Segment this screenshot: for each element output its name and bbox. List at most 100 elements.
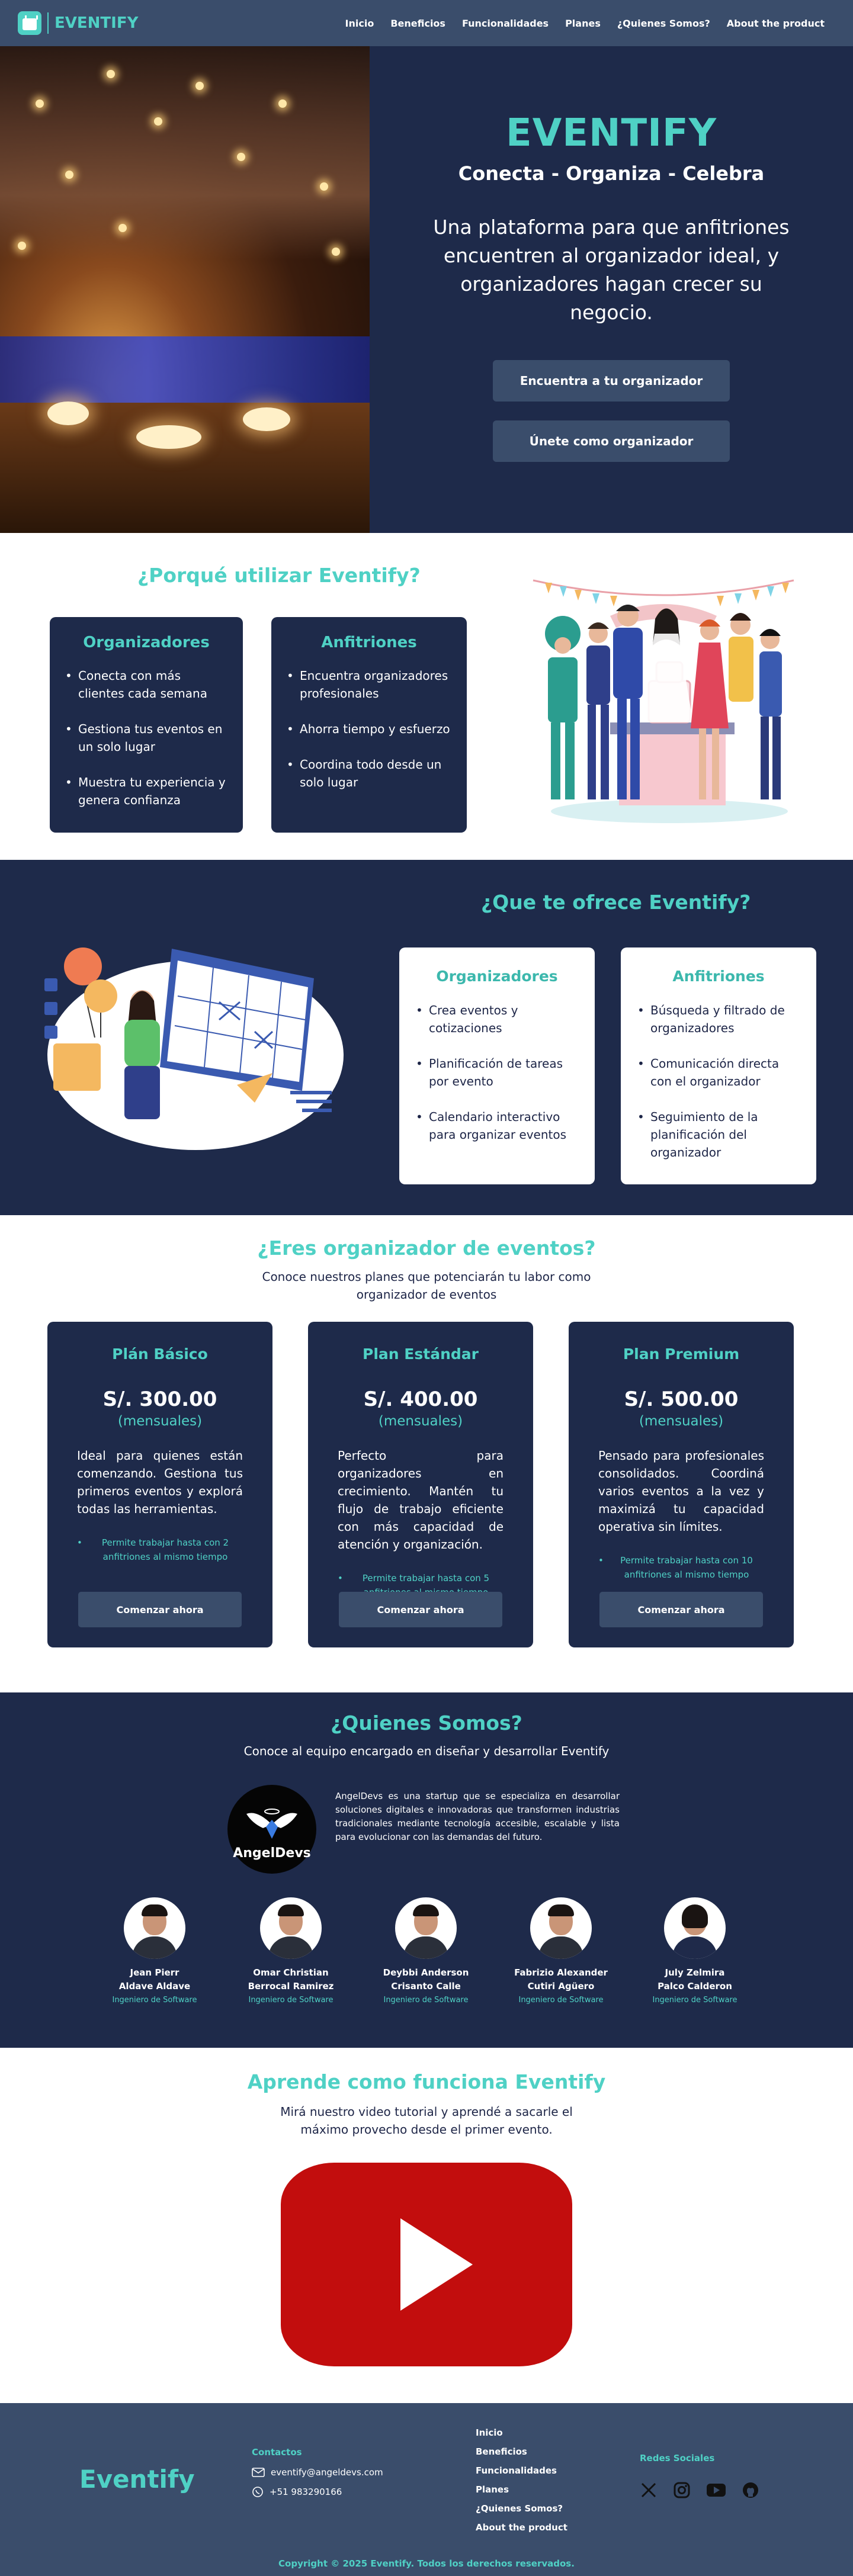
join-organizer-button[interactable]: Únete como organizador [493,420,730,462]
avatar [530,1897,592,1959]
video-subtitle: Mirá nuestro video tutorial y aprendé a … [280,2105,573,2137]
brand-name: EVENTIFY [54,14,139,32]
youtube-icon[interactable] [706,2482,726,2498]
footer-link-inicio[interactable]: Inicio [476,2423,567,2442]
member-name-line1: Jean Pierr [130,1967,179,1978]
member-name-line1: Omar Christian [253,1967,329,1978]
offer-hosts-card: Anfitriones Búsqueda y filtrado de organ… [621,947,816,1184]
plans-subtitle: Conoce nuestros planes que potenciarán t… [262,1270,591,1302]
offer-section: ¿Que te ofrece Eventify? Organizadores C… [0,860,853,1215]
angeldevs-logo: AngelDevs [227,1785,316,1874]
avatar [395,1897,457,1959]
offer-organizers-card: Organizadores Crea eventos y cotizacione… [399,947,595,1184]
calendar-logo-icon [18,11,41,35]
nav-link-planes[interactable]: Planes [565,18,601,29]
nav-link-quienes-somos[interactable]: ¿Quienes Somos? [617,18,710,29]
nav-link-inicio[interactable]: Inicio [345,18,374,29]
footer-link-planes[interactable]: Planes [476,2480,567,2499]
plan-name: Plan Estándar [363,1345,479,1363]
plans-section: ¿Eres organizador de eventos? Conoce nue… [0,1215,853,1692]
hero-title: EVENTIFY [505,111,717,155]
start-premium-button[interactable]: Comenzar ahora [599,1592,763,1627]
start-standard-button[interactable]: Comenzar ahora [339,1592,502,1627]
member-name-line2: Aldave Aldave [118,1981,191,1992]
nav-link-beneficios[interactable]: Beneficios [390,18,445,29]
hero-subtitle: Conecta - Organiza - Celebra [458,162,765,185]
plans-title: ¿Eres organizador de eventos? [257,1236,596,1260]
top-navbar: EVENTIFY Inicio Beneficios Funcionalidad… [0,0,853,46]
hero-description: Una plataforma para que anfitriones encu… [433,216,790,324]
team-member: Fabrizio Alexander Cutiri Agüero Ingenie… [505,1897,617,2005]
avatar [260,1897,322,1959]
hero-content: EVENTIFY Conecta - Organiza - Celebra Un… [370,46,853,533]
card-title: Organizadores [436,968,558,985]
plan-price: S/. 500.00 [624,1387,739,1411]
brand[interactable]: EVENTIFY [18,11,138,35]
find-organizer-button[interactable]: Encuentra a tu organizador [493,360,730,402]
phone-row[interactable]: +51 983290166 [252,2486,383,2498]
footer-link-beneficios[interactable]: Beneficios [476,2442,567,2461]
youtube-play-icon[interactable] [281,2163,572,2366]
team-member: Deybbi Anderson Crisanto Calle Ingeniero… [370,1897,482,2005]
team-member: July Zelmira Palco Calderon Ingeniero de… [639,1897,751,2005]
about-title: ¿Quienes Somos? [331,1711,522,1735]
list-item: Seguimiento de la planificación del orga… [637,1108,800,1161]
offer-title: ¿Que te ofrece Eventify? [481,891,751,914]
email-row[interactable]: eventify@angeldevs.com [252,2467,383,2478]
why-section: ¿Porqué utilizar Eventify? Organizadores… [0,533,853,860]
nav-link-funcionalidades[interactable]: Funcionalidades [462,18,549,29]
brand-divider [47,12,49,34]
x-icon[interactable] [640,2481,658,2499]
card-title: Anfitriones [672,968,765,985]
list-item: Coordina todo desde un solo lugar [286,756,453,791]
list-item: Gestiona tus eventos en un solo lugar [64,720,229,756]
plan-period: (mensuales) [639,1414,724,1429]
avatar [124,1897,185,1959]
plan-period: (mensuales) [378,1414,463,1429]
plan-description: Ideal para quienes están comenzando. Ges… [77,1448,243,1516]
member-name-line1: July Zelmira [665,1967,725,1978]
list-item: Ahorra tiempo y esfuerzo [286,720,453,738]
plan-card-standard: Plan Estándar S/. 400.00 (mensuales) Per… [308,1322,533,1647]
about-subtitle: Conoce al equipo encargado en diseñar y … [243,1744,610,1758]
member-role: Ingeniero de Software [383,1996,469,2005]
nav-links: Inicio Beneficios Funcionalidades Planes… [345,18,825,29]
list-item: Comunicación directa con el organizador [637,1055,800,1090]
footer: Eventify Contactos eventify@angeldevs.co… [0,2403,853,2576]
start-basic-button[interactable]: Comenzar ahora [78,1592,242,1627]
event-venue-photo [0,46,370,533]
footer-contacts: Contactos eventify@angeldevs.com +51 983… [252,2447,383,2506]
video-section: Aprende como funciona Eventify Mirá nues… [0,2048,853,2403]
plan-name: Plan Premium [623,1345,740,1363]
list-item: Búsqueda y filtrado de organizadores [637,1001,800,1037]
card-title: Organizadores [83,634,210,651]
list-item: Muestra tu experiencia y genera confianz… [64,773,229,809]
list-item: Conecta con más clientes cada semana [64,667,229,702]
avatar [664,1897,726,1959]
plan-card-premium: Plan Premium S/. 500.00 (mensuales) Pens… [569,1322,794,1647]
team-member: Jean Pierr Aldave Aldave Ingeniero de So… [98,1897,211,2005]
footer-link-about[interactable]: About the product [476,2518,567,2537]
footer-link-quienes-somos[interactable]: ¿Quienes Somos? [476,2499,567,2518]
mail-icon [252,2468,265,2477]
footer-brand: Eventify [79,2465,195,2494]
plan-feature: Permite trabajar hasta con 10 anfitrione… [598,1553,764,1582]
angel-wings-icon [246,1809,297,1839]
email-text: eventify@angeldevs.com [271,2467,383,2478]
hero-section: EVENTIFY Conecta - Organiza - Celebra Un… [0,46,853,533]
member-name-line2: Crisanto Calle [391,1981,461,1992]
team-member: Omar Christian Berrocal Ramirez Ingenier… [235,1897,347,2005]
why-organizers-card: Organizadores Conecta con más clientes c… [50,617,243,833]
plan-period: (mensuales) [117,1414,203,1429]
contacts-title: Contactos [252,2447,302,2458]
company-description: AngelDevs es una startup que se especial… [335,1791,620,1842]
plan-price: S/. 300.00 [102,1387,217,1411]
play-triangle-icon [400,2218,473,2311]
github-icon[interactable] [742,2481,759,2499]
member-role: Ingeniero de Software [518,1996,604,2005]
footer-links: Inicio Beneficios Funcionalidades Planes… [476,2423,567,2537]
footer-link-funcionalidades[interactable]: Funcionalidades [476,2461,567,2480]
instagram-icon[interactable] [673,2481,691,2499]
card-title: Anfitriones [321,634,417,651]
nav-link-about[interactable]: About the product [727,18,825,29]
